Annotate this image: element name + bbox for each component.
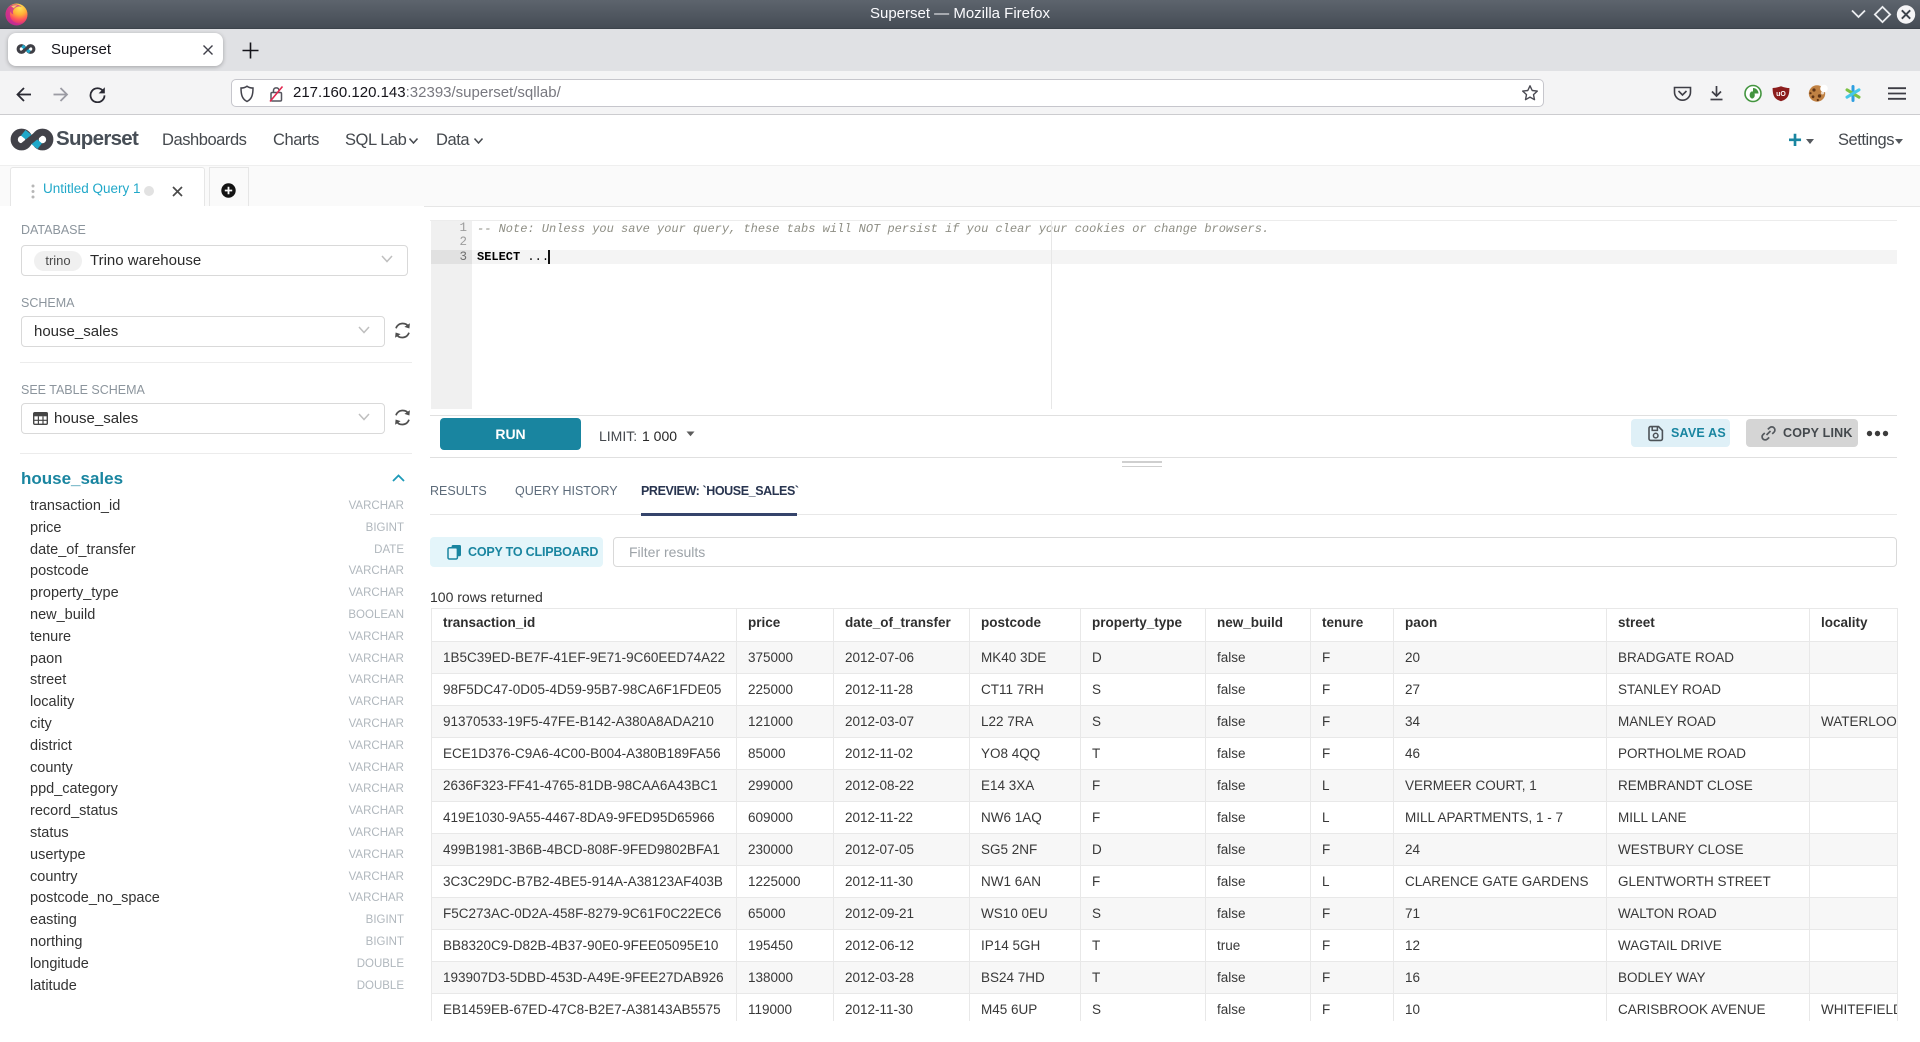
svg-text:uO: uO bbox=[1776, 91, 1786, 98]
